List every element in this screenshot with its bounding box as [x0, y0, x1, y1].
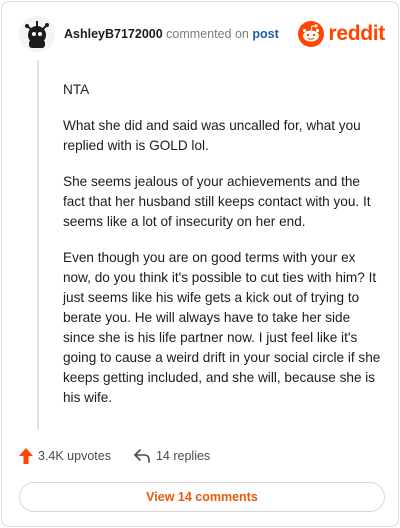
reddit-logo-icon: [298, 21, 325, 47]
avatar-icon[interactable]: [19, 16, 55, 52]
view-comments-button[interactable]: View 14 comments: [19, 482, 385, 512]
reddit-wordmark: reddit: [328, 22, 385, 45]
upvotes-count: 3.4K upvotes: [38, 449, 111, 463]
comment-header: AshleyB7172000 commented on post reddit: [19, 16, 387, 52]
comment-paragraph: What she did and said was uncalled for, …: [63, 118, 361, 153]
commented-on-text: commented on: [166, 27, 249, 41]
upvote-button[interactable]: 3.4K upvotes: [19, 448, 111, 464]
comment-body: NTA What she did and said was uncalled f…: [63, 80, 381, 424]
comment-paragraph: Even though you are on good terms with y…: [63, 250, 381, 405]
upvote-arrow-icon: [19, 448, 33, 464]
replies-button[interactable]: 14 replies: [133, 449, 210, 463]
comment-actions: 3.4K upvotes 14 replies: [19, 446, 232, 466]
comment-meta: AshleyB7172000 commented on post: [64, 27, 279, 41]
replies-count: 14 replies: [155, 449, 211, 463]
thread-line[interactable]: [37, 60, 39, 430]
comment-paragraph: NTA: [63, 82, 90, 97]
username-link[interactable]: AshleyB7172000: [64, 27, 163, 41]
comment-paragraph: She seems jealous of your achievements a…: [63, 174, 371, 229]
reply-arrow-icon: [134, 449, 150, 463]
reddit-brand[interactable]: reddit: [298, 21, 385, 47]
comment-card: AshleyB7172000 commented on post reddit: [1, 1, 399, 527]
post-link[interactable]: post: [252, 27, 278, 41]
